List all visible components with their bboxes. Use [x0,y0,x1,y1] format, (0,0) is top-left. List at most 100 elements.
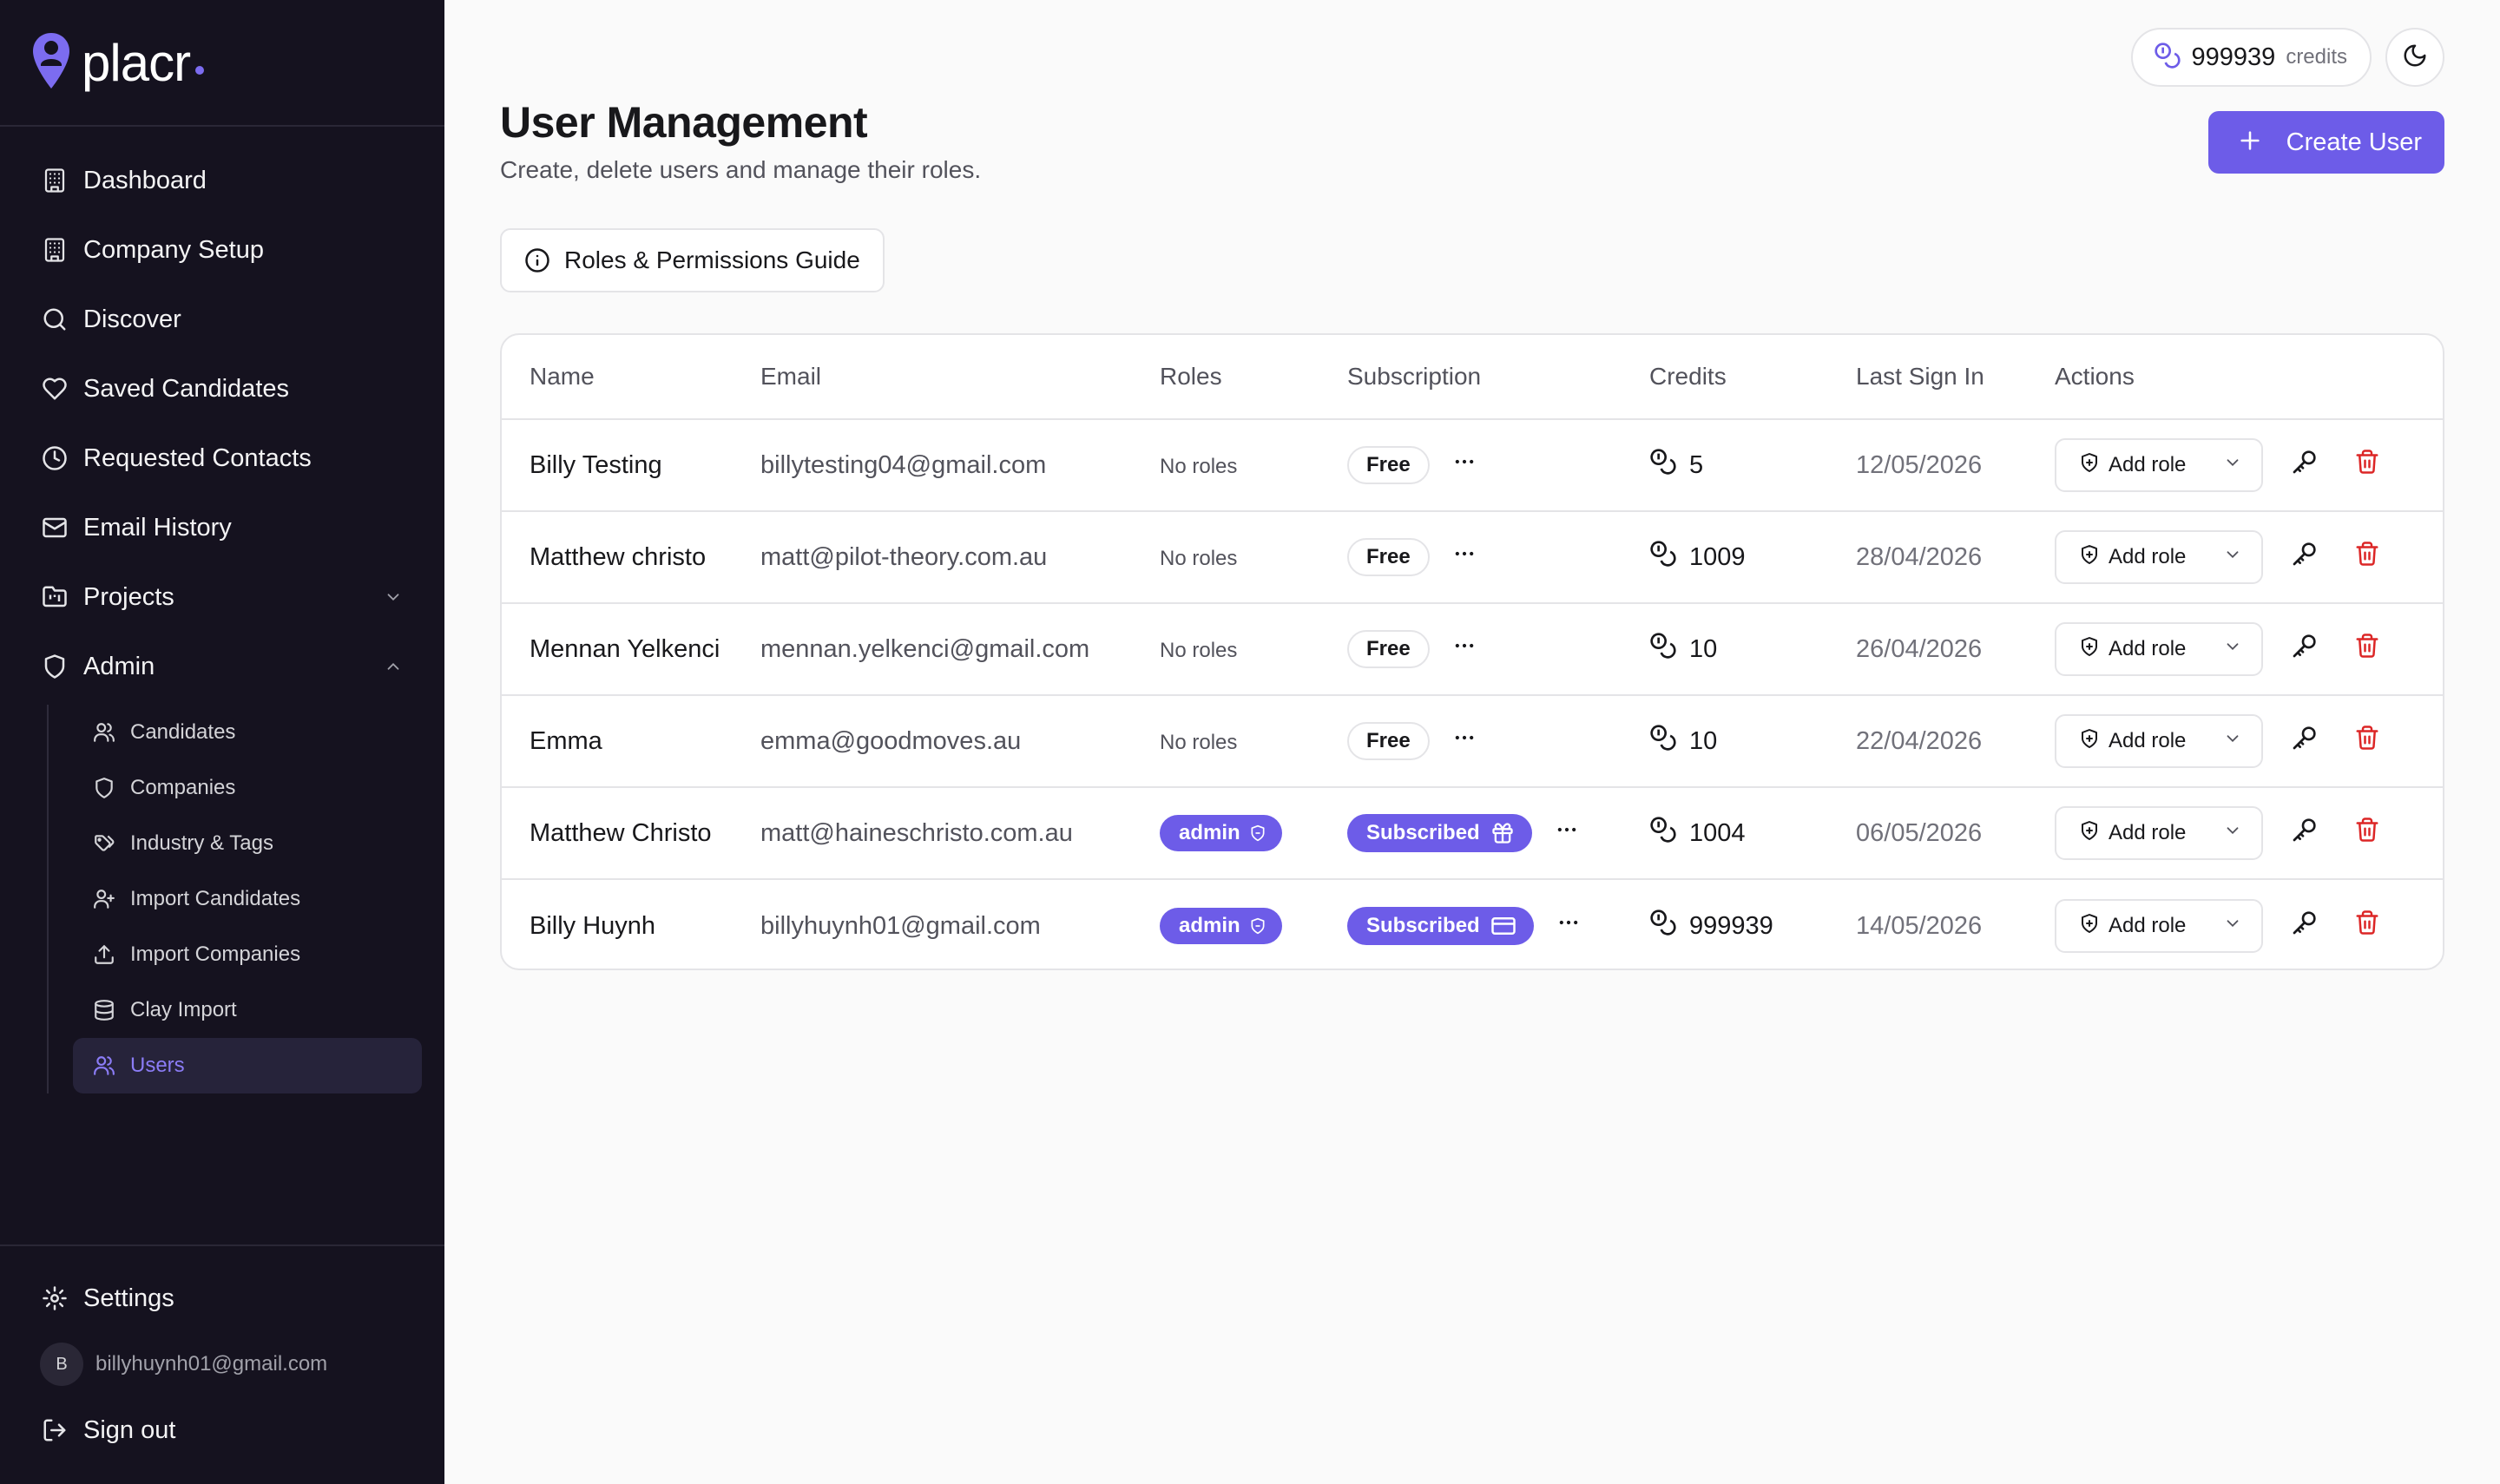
add-role-label: Add role [2109,729,2187,752]
user-email: mennan.yelkenci@gmail.com [760,634,1090,663]
user-roles: No roles [1160,727,1347,756]
table-row[interactable]: Billy Testing billytesting04@gmail.com N… [502,420,2443,512]
heart-icon [40,374,69,404]
reset-password-button[interactable] [2286,630,2324,668]
theme-toggle-button[interactable] [2385,28,2444,87]
sidebar-item-saved-candidates[interactable]: Saved Candidates [0,354,444,424]
more-horizontal-icon [1556,910,1581,942]
more-options-button[interactable] [1551,818,1582,849]
delete-user-button[interactable] [2348,538,2386,576]
sidebar-nav: Dashboard Company Setup Discover Saved C… [0,127,444,1093]
delete-user-button[interactable] [2348,446,2386,484]
sidebar-item-industry-tags[interactable]: Industry & Tags [73,816,422,871]
plus-icon [2238,126,2262,159]
user-roles: admin [1160,815,1347,851]
delete-user-button[interactable] [2348,907,2386,945]
credits-balance[interactable]: 999939 credits [2130,28,2372,87]
sidebar-item-label: Discover [83,305,181,333]
reset-password-button[interactable] [2286,814,2324,852]
user-email: matt@haineschristo.com.au [760,818,1073,847]
chevron-down-icon[interactable] [382,586,405,608]
reset-password-button[interactable] [2286,907,2324,945]
user-subscription: Subscribed [1347,907,1649,945]
sidebar-item-users[interactable]: Users [73,1038,422,1093]
shield-plus-icon [2079,544,2100,571]
table-row[interactable]: Matthew Christo matt@haineschristo.com.a… [502,788,2443,880]
sidebar-item-requested-contacts[interactable]: Requested Contacts [0,424,444,493]
table-row[interactable]: Mennan Yelkenci mennan.yelkenci@gmail.co… [502,604,2443,696]
building-icon [40,166,69,195]
trash-icon [2354,817,2380,850]
more-options-button[interactable] [1449,542,1480,573]
admin-submenu: Candidates Companies Industry & Tags Imp… [47,705,444,1093]
more-options-button[interactable] [1449,634,1480,665]
more-options-button[interactable] [1553,910,1584,942]
sidebar-item-import-companies[interactable]: Import Companies [73,927,422,982]
credits-value: 1009 [1689,542,1746,571]
sign-out-label: Sign out [83,1415,176,1444]
column-header-email[interactable]: Email [760,363,1160,391]
delete-user-button[interactable] [2348,630,2386,668]
no-roles-text: No roles [1160,730,1238,754]
chevron-down-icon [2223,914,2242,939]
table-row[interactable]: Billy Huynh billyhuynh01@gmail.com admin… [502,880,2443,969]
sidebar-item-import-candidates[interactable]: Import Candidates [73,871,422,927]
sidebar-item-label: Company Setup [83,235,264,264]
sidebar-item-clay-import[interactable]: Clay Import [73,982,422,1038]
user-name: Billy Huynh [530,911,656,940]
user-name: Mennan Yelkenci [530,634,720,663]
row-actions: Add role [2055,899,2443,953]
column-header-roles[interactable]: Roles [1160,363,1347,391]
add-role-select[interactable]: Add role [2055,714,2263,768]
sidebar-item-candidates[interactable]: Candidates [73,705,422,760]
sidebar-item-company-setup[interactable]: Company Setup [0,215,444,285]
role-badge-admin[interactable]: admin [1160,815,1282,851]
add-role-select[interactable]: Add role [2055,530,2263,584]
reset-password-button[interactable] [2286,446,2324,484]
role-badge-admin[interactable]: admin [1160,908,1282,944]
column-header-subscription[interactable]: Subscription [1347,363,1649,391]
user-subscription: Subscribed [1347,814,1649,852]
column-header-credits[interactable]: Credits [1649,363,1856,391]
sidebar-item-label: Industry & Tags [130,831,273,855]
create-user-label: Create User [2286,128,2422,156]
table-row[interactable]: Emma emma@goodmoves.au No roles Free 10 … [502,696,2443,788]
user-credits: 5 [1649,448,1856,483]
trash-icon [2354,725,2380,758]
column-header-name[interactable]: Name [502,363,760,391]
add-role-select[interactable]: Add role [2055,806,2263,860]
sidebar-item-dashboard[interactable]: Dashboard [0,146,444,215]
add-role-select[interactable]: Add role [2055,438,2263,492]
current-user[interactable]: B billyhuynh01@gmail.com [0,1333,444,1395]
add-role-select[interactable]: Add role [2055,622,2263,676]
table-body: Billy Testing billytesting04@gmail.com N… [502,420,2443,969]
add-role-select[interactable]: Add role [2055,899,2263,953]
sidebar-item-settings[interactable]: Settings [0,1264,444,1333]
sidebar-item-label: Saved Candidates [83,374,289,403]
sidebar-item-projects[interactable]: Projects [0,562,444,632]
table-row[interactable]: Matthew christo matt@pilot-theory.com.au… [502,512,2443,604]
sign-out-button[interactable]: Sign out [0,1395,444,1465]
page-subtitle: Create, delete users and manage their ro… [500,156,982,183]
sidebar-item-companies[interactable]: Companies [73,760,422,816]
more-options-button[interactable] [1449,726,1480,757]
sidebar-item-email-history[interactable]: Email History [0,493,444,562]
create-user-button[interactable]: Create User [2207,111,2444,174]
delete-user-button[interactable] [2348,722,2386,760]
sidebar-item-label: Import Companies [130,942,301,966]
user-plus-icon [92,887,116,911]
key-icon [2291,816,2319,850]
user-email: billyhuynh01@gmail.com [95,1352,328,1376]
subscription-label: Subscribed [1366,821,1480,844]
brand-logo[interactable]: placr [0,0,444,127]
sidebar-item-discover[interactable]: Discover [0,285,444,354]
more-options-button[interactable] [1449,450,1480,481]
column-header-last-sign-in[interactable]: Last Sign In [1856,363,2055,391]
reset-password-button[interactable] [2286,538,2324,576]
sidebar-item-admin[interactable]: Admin [0,632,444,701]
reset-password-button[interactable] [2286,722,2324,760]
topbar: 999939 credits [2130,28,2444,87]
delete-user-button[interactable] [2348,814,2386,852]
roles-guide-button[interactable]: Roles & Permissions Guide [500,228,885,292]
chevron-up-icon[interactable] [382,655,405,678]
